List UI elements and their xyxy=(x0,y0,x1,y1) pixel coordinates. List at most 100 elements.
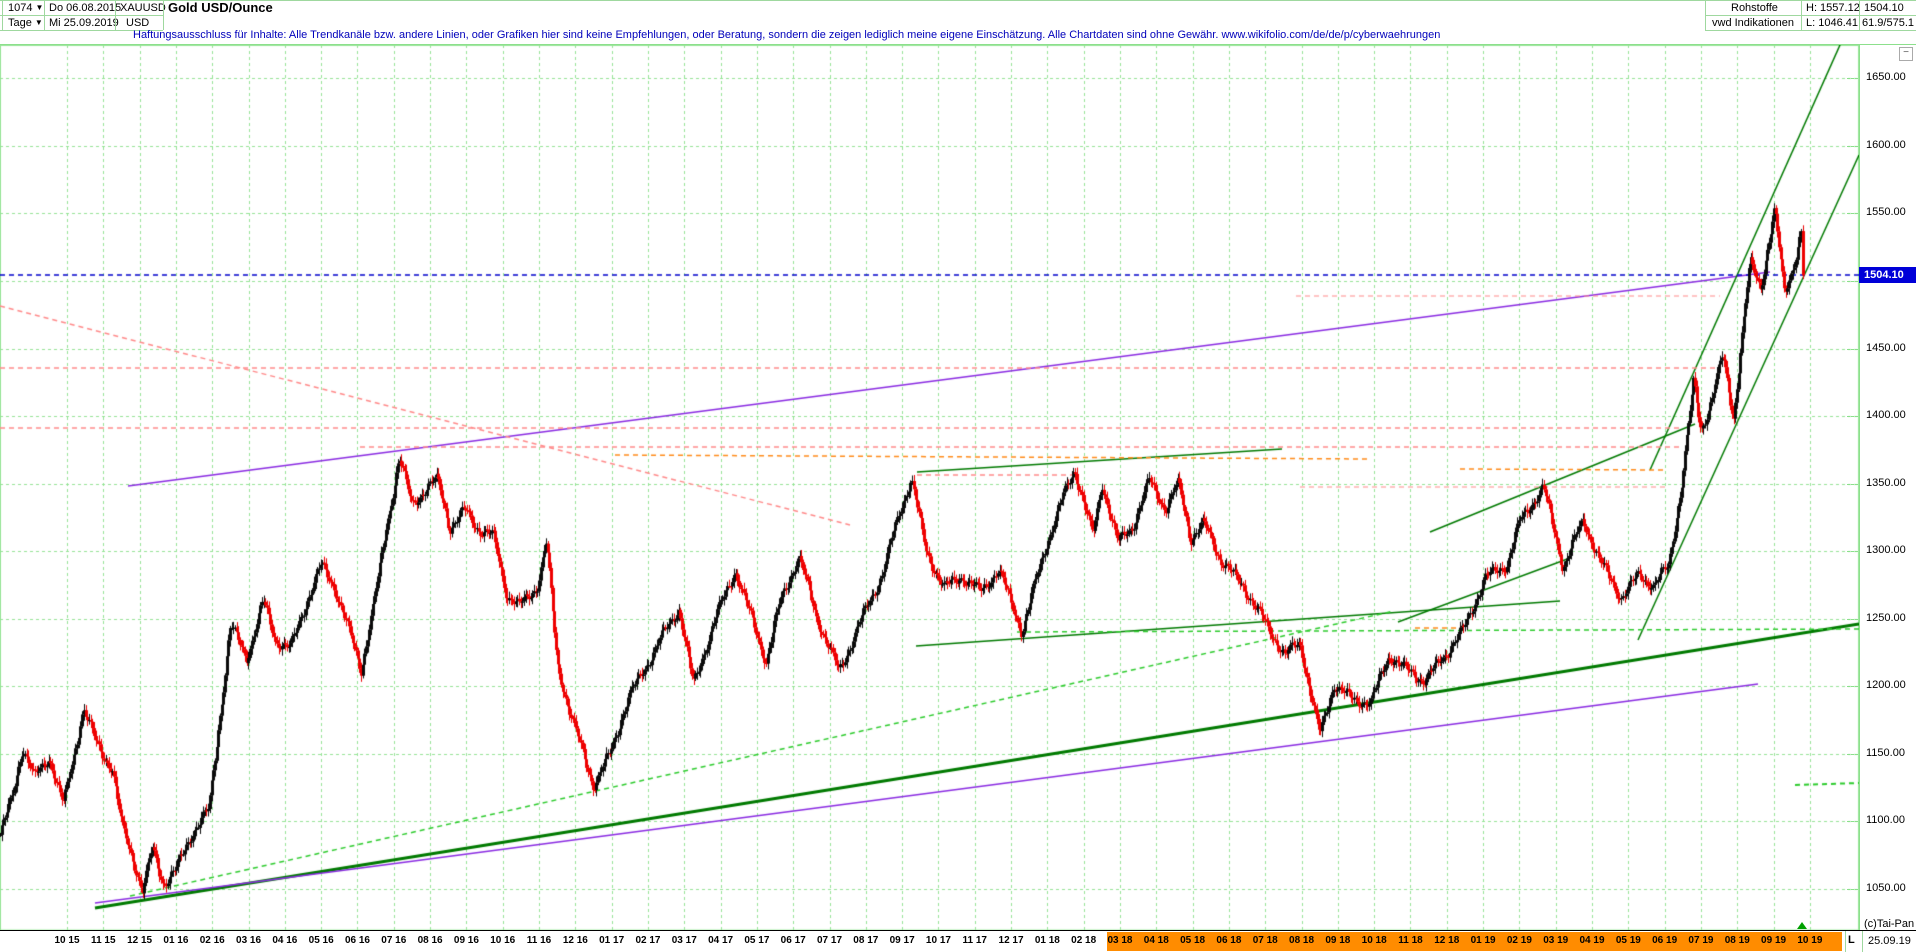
feed-label: vwd Indikationen xyxy=(1712,16,1794,30)
y-tick-label: 1200.00 xyxy=(1866,679,1906,691)
x-tick-label: 06 16 xyxy=(345,935,370,946)
x-tick-label: 08 17 xyxy=(853,935,878,946)
y-tick-label: 1100.00 xyxy=(1866,814,1905,826)
y-tick-label: 1550.00 xyxy=(1866,206,1906,218)
timeframe-dropdown[interactable]: Tage▼ xyxy=(8,16,43,31)
y-tick-mark xyxy=(1847,78,1858,79)
y-tick-mark xyxy=(1847,146,1858,147)
start-date[interactable]: Do 06.08.2015 xyxy=(49,1,121,15)
x-tick-label: 10 15 xyxy=(54,935,79,946)
x-tick-label: 06 18 xyxy=(1216,935,1241,946)
x-tick-label: 05 19 xyxy=(1616,935,1641,946)
x-tick-label: 09 19 xyxy=(1761,935,1786,946)
indicator-value: 61.9/575.1 xyxy=(1862,16,1914,30)
x-tick-label: 10 18 xyxy=(1362,935,1387,946)
collapse-icon[interactable]: − xyxy=(1899,47,1913,61)
x-axis: 10 1511 1512 1501 1602 1603 1604 1605 16… xyxy=(0,930,1916,952)
divider xyxy=(1705,0,1706,30)
y-tick-mark xyxy=(1847,686,1858,687)
divider xyxy=(0,0,1916,1)
x-tick-label: 10 19 xyxy=(1797,935,1822,946)
divider xyxy=(2,0,3,30)
y-axis-line xyxy=(1859,45,1860,930)
high-value: H: 1557.12 xyxy=(1806,1,1860,15)
y-tick-mark xyxy=(1847,821,1858,822)
x-tick-label: 12 17 xyxy=(999,935,1024,946)
x-tick-label: 07 19 xyxy=(1688,935,1713,946)
y-tick-label: 1300.00 xyxy=(1866,544,1906,556)
x-tick-label: 04 18 xyxy=(1144,935,1169,946)
bars-count-dropdown[interactable]: 1074▼ xyxy=(8,1,43,16)
x-tick-label: 07 17 xyxy=(817,935,842,946)
x-tick-label: 03 16 xyxy=(236,935,261,946)
chevron-down-icon: ▼ xyxy=(35,18,43,27)
x-tick-label: 11 15 xyxy=(91,935,115,946)
divider xyxy=(1862,931,1863,952)
y-tick-label: 1450.00 xyxy=(1866,342,1906,354)
x-tick-label: 01 19 xyxy=(1471,935,1496,946)
y-tick-label: 1400.00 xyxy=(1866,409,1906,421)
x-tick-label: 11 17 xyxy=(963,935,987,946)
y-tick-mark xyxy=(1847,281,1858,282)
divider xyxy=(1845,931,1846,952)
footer-date[interactable]: 25.09.19 xyxy=(1868,935,1911,947)
x-tick-label: 08 18 xyxy=(1289,935,1314,946)
y-tick-mark xyxy=(1847,754,1858,755)
x-tick-label: 11 18 xyxy=(1398,935,1422,946)
last-price-value: 1504.10 xyxy=(1864,1,1904,15)
divider xyxy=(1859,0,1860,30)
y-tick-mark xyxy=(1847,416,1858,417)
y-tick-mark xyxy=(1847,349,1858,350)
y-tick-label: 1600.00 xyxy=(1866,139,1906,151)
x-tick-label: 02 17 xyxy=(635,935,660,946)
chevron-down-icon: ▼ xyxy=(35,3,43,12)
x-tick-label: 10 16 xyxy=(490,935,515,946)
x-tick-label: 08 16 xyxy=(418,935,443,946)
currency-label: USD xyxy=(126,16,149,30)
page-title: Gold USD/Ounce xyxy=(168,1,273,15)
x-tick-label: 01 16 xyxy=(163,935,188,946)
category-label: Rohstoffe xyxy=(1731,1,1778,15)
x-tick-label: 05 18 xyxy=(1180,935,1205,946)
x-tick-label: 12 16 xyxy=(563,935,588,946)
symbol-label: XAUUSD xyxy=(120,1,166,15)
disclaimer-text: Haftungsausschluss für Inhalte: Alle Tre… xyxy=(133,29,1440,41)
x-tick-label: 06 19 xyxy=(1652,935,1677,946)
divider xyxy=(44,0,45,30)
x-tick-label: 09 17 xyxy=(890,935,915,946)
price-chart-canvas[interactable] xyxy=(0,45,1859,930)
x-tick-label: 06 17 xyxy=(781,935,806,946)
x-tick-label: 02 19 xyxy=(1507,935,1532,946)
x-tick-label: 08 19 xyxy=(1725,935,1750,946)
y-tick-label: 1650.00 xyxy=(1866,71,1906,83)
x-tick-label: 03 19 xyxy=(1543,935,1568,946)
x-tick-label: 02 18 xyxy=(1071,935,1096,946)
divider xyxy=(163,0,164,30)
x-tick-label: 04 17 xyxy=(708,935,733,946)
y-tick-mark xyxy=(1847,484,1858,485)
last-price-badge: 1504.10 xyxy=(1859,267,1916,283)
y-tick-label: 1050.00 xyxy=(1866,882,1906,894)
x-tick-label: 09 16 xyxy=(454,935,479,946)
x-tick-label: 09 18 xyxy=(1325,935,1350,946)
divider xyxy=(0,15,163,16)
y-tick-mark xyxy=(1847,619,1858,620)
low-value: L: 1046.41 xyxy=(1806,16,1858,30)
low-marker-label: L xyxy=(1848,934,1855,946)
x-tick-label: 04 16 xyxy=(272,935,297,946)
y-tick-mark xyxy=(1847,213,1858,214)
copyright-label: (c)Tai-Pan xyxy=(1864,918,1914,930)
divider xyxy=(1705,30,1916,31)
timeframe-value: Tage xyxy=(8,17,32,29)
taipan-chart-window: { "header": { "bars": "1074", "timeframe… xyxy=(0,0,1916,952)
x-tick-label: 11 16 xyxy=(527,935,551,946)
y-tick-label: 1250.00 xyxy=(1866,612,1906,624)
x-tick-label: 12 15 xyxy=(127,935,152,946)
x-tick-label: 01 18 xyxy=(1035,935,1060,946)
end-date[interactable]: Mi 25.09.2019 xyxy=(49,16,119,30)
x-tick-label: 07 16 xyxy=(381,935,406,946)
x-tick-label: 10 17 xyxy=(926,935,951,946)
x-tick-label: 04 19 xyxy=(1580,935,1605,946)
x-tick-label: 01 17 xyxy=(599,935,624,946)
current-date-marker-icon xyxy=(1797,922,1807,929)
